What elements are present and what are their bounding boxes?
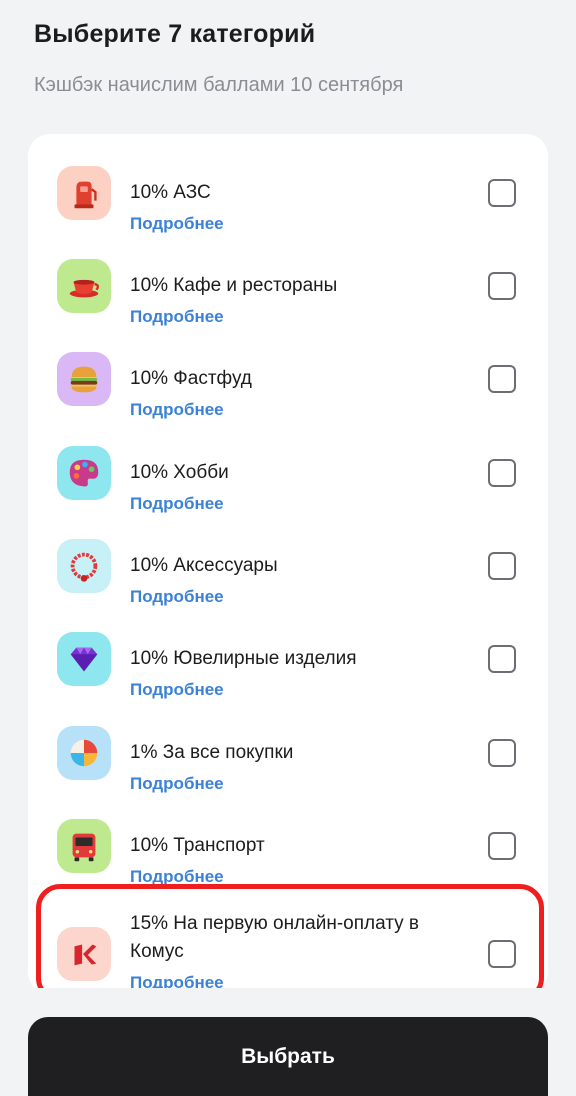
highlight-outline: [36, 884, 544, 1002]
category-item-gas-station[interactable]: 10% АЗС Подробнее: [28, 150, 548, 243]
category-item-all-purchases[interactable]: 1% За все покупки Подробнее: [28, 710, 548, 803]
categories-card: 10% АЗС Подробнее 10% Кафе и рестораны П…: [28, 134, 548, 994]
details-link[interactable]: Подробнее: [130, 213, 224, 235]
category-checkbox[interactable]: [488, 552, 516, 580]
details-link[interactable]: Подробнее: [130, 679, 224, 701]
bus-icon: [57, 819, 111, 873]
category-item-accessories[interactable]: 10% Аксессуары Подробнее: [28, 523, 548, 616]
gem-icon: [57, 632, 111, 686]
category-label: 10% АЗС: [130, 182, 211, 203]
burger-icon: [57, 352, 111, 406]
category-label: 10% Ювелирные изделия: [130, 648, 357, 669]
palette-icon: [57, 446, 111, 500]
teacup-icon: [57, 259, 111, 313]
category-label: 1% За все покупки: [130, 742, 294, 763]
category-item-transport[interactable]: 10% Транспорт Подробнее: [28, 803, 548, 896]
category-item-jewelry[interactable]: 10% Ювелирные изделия Подробнее: [28, 616, 548, 709]
page-title: Выберите 7 категорий: [34, 20, 316, 48]
bead-necklace-icon: [57, 539, 111, 593]
pie-chart-icon: [57, 726, 111, 780]
category-label: 10% Фастфуд: [130, 368, 252, 389]
category-checkbox[interactable]: [488, 645, 516, 673]
details-link[interactable]: Подробнее: [130, 306, 224, 328]
category-label: 10% Кафе и рестораны: [130, 275, 338, 296]
details-link[interactable]: Подробнее: [130, 586, 224, 608]
select-button[interactable]: Выбрать: [28, 1017, 548, 1096]
category-checkbox[interactable]: [488, 739, 516, 767]
page-subtitle: Кэшбэк начислим баллами 10 сентября: [34, 74, 404, 96]
category-checkbox[interactable]: [488, 832, 516, 860]
category-checkbox[interactable]: [488, 365, 516, 393]
details-link[interactable]: Подробнее: [130, 493, 224, 515]
category-checkbox[interactable]: [488, 179, 516, 207]
category-item-fastfood[interactable]: 10% Фастфуд Подробнее: [28, 336, 548, 429]
category-label: 10% Транспорт: [130, 835, 265, 856]
category-item-cafe[interactable]: 10% Кафе и рестораны Подробнее: [28, 243, 548, 336]
details-link[interactable]: Подробнее: [130, 773, 224, 795]
category-label: 10% Аксессуары: [130, 555, 278, 576]
header: Выберите 7 категорий Кэшбэк начислим бал…: [34, 18, 556, 98]
details-link[interactable]: Подробнее: [130, 399, 224, 421]
category-label: 10% Хобби: [130, 462, 229, 483]
gas-station-icon: [57, 166, 111, 220]
category-checkbox[interactable]: [488, 459, 516, 487]
category-item-hobby[interactable]: 10% Хобби Подробнее: [28, 430, 548, 523]
category-checkbox[interactable]: [488, 272, 516, 300]
